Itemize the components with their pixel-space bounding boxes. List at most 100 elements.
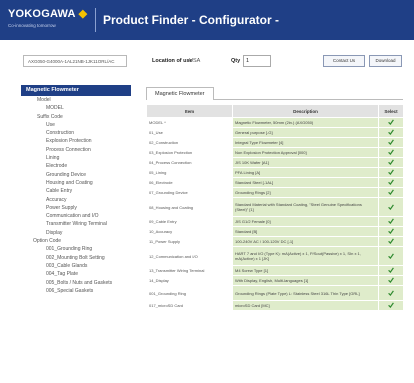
sidebar-item[interactable]: Power Supply bbox=[21, 204, 131, 212]
sidebar-nav: Magnetic Flowmeter Model MODEL Suffix Code U… bbox=[21, 85, 131, 295]
table-row: 08_Housing and Coating Standard Material … bbox=[146, 197, 404, 217]
check-icon[interactable] bbox=[388, 290, 394, 296]
sidebar-item[interactable]: 001_Grounding Ring bbox=[21, 245, 131, 253]
row-item: 017_microSD Card bbox=[146, 300, 233, 311]
sidebar-item[interactable]: 002_Mounting Bolt Setting bbox=[21, 254, 131, 262]
row-select[interactable] bbox=[378, 236, 404, 247]
row-select[interactable] bbox=[378, 127, 404, 138]
check-icon[interactable] bbox=[388, 169, 394, 176]
check-icon[interactable] bbox=[388, 129, 394, 136]
sidebar-item[interactable]: 005_Bolts / Nuts and Gaskets bbox=[21, 279, 131, 287]
check-icon[interactable] bbox=[388, 139, 394, 146]
row-select[interactable] bbox=[378, 300, 404, 311]
sidebar-item[interactable]: Option Code bbox=[21, 237, 131, 245]
sidebar-item[interactable]: Communication and I/O bbox=[21, 212, 131, 220]
location-value[interactable]: USA bbox=[189, 58, 200, 64]
row-select[interactable] bbox=[378, 117, 404, 128]
check-icon[interactable] bbox=[388, 204, 394, 210]
download-button[interactable]: Download bbox=[369, 55, 402, 67]
row-item: 08_Housing and Coating bbox=[146, 197, 233, 217]
page-title: Product Finder - Configurator - bbox=[103, 13, 279, 27]
sidebar-item[interactable]: Lining bbox=[21, 154, 131, 162]
contact-us-button[interactable]: Contact Us bbox=[323, 55, 365, 67]
sidebar-item[interactable]: Electrode bbox=[21, 162, 131, 170]
row-item: 14_Display bbox=[146, 275, 233, 286]
row-description: Standard Material with Standard Coating,… bbox=[232, 197, 379, 217]
sidebar-item[interactable]: Grounding Device bbox=[21, 171, 131, 179]
check-icon[interactable] bbox=[388, 253, 394, 259]
check-icon[interactable] bbox=[388, 159, 394, 166]
check-icon[interactable] bbox=[388, 119, 394, 126]
row-item: 10_Accuracy bbox=[146, 226, 233, 237]
qty-input[interactable]: 1 bbox=[243, 55, 271, 67]
tab-magnetic-flowmeter[interactable]: Magnetic Flowmeter bbox=[146, 87, 214, 100]
row-select[interactable] bbox=[378, 265, 404, 276]
row-select[interactable] bbox=[378, 147, 404, 158]
brand-tagline: Co-innovating tomorrow bbox=[8, 23, 56, 28]
sidebar-item[interactable]: 006_Special Gaskets bbox=[21, 287, 131, 295]
star-icon: ◆ bbox=[78, 8, 88, 20]
sidebar-item[interactable]: Housing and Coating bbox=[21, 179, 131, 187]
table-row: 11_Power Supply 100-240V AC / 100-120V DC… bbox=[146, 236, 404, 247]
row-select[interactable] bbox=[378, 157, 404, 168]
sidebar-item[interactable]: Explosion Protection bbox=[21, 137, 131, 145]
model-code-field[interactable]: AXG050-G4000A-1AL21NB-1JK11ORL/AC bbox=[23, 55, 127, 67]
header-divider bbox=[95, 8, 96, 32]
check-icon[interactable] bbox=[388, 302, 394, 309]
sidebar-item[interactable]: Transmitter Wiring Terminal bbox=[21, 220, 131, 228]
row-select[interactable] bbox=[378, 187, 404, 198]
check-icon[interactable] bbox=[388, 218, 394, 225]
sidebar-item[interactable]: Accuracy bbox=[21, 196, 131, 204]
check-icon[interactable] bbox=[388, 238, 394, 245]
row-item: 05_Lining bbox=[146, 167, 233, 178]
check-icon[interactable] bbox=[388, 267, 394, 274]
sidebar-item[interactable]: Use bbox=[21, 121, 131, 129]
column-header-description: Description bbox=[232, 104, 379, 118]
sidebar-item[interactable]: 003_Cable Glands bbox=[21, 262, 131, 270]
table-row: 02_Construction Integral Type Flowmeter [… bbox=[146, 137, 404, 148]
row-description: PFA Lining [A] bbox=[232, 167, 379, 178]
row-select[interactable] bbox=[378, 167, 404, 178]
sidebar-item[interactable]: 004_Tag Plate bbox=[21, 270, 131, 278]
row-description: Standard [B] bbox=[232, 226, 379, 237]
check-icon[interactable] bbox=[388, 179, 394, 186]
check-icon[interactable] bbox=[388, 228, 394, 235]
row-description: HART 7 and I/O (Type K): mA(Active) x 1,… bbox=[232, 246, 379, 266]
row-item: 01_Use bbox=[146, 127, 233, 138]
sidebar-item[interactable]: Cable Entry bbox=[21, 187, 131, 195]
row-description: Standard Steel [-1AL] bbox=[232, 177, 379, 188]
sidebar-item[interactable]: Process Connection bbox=[21, 146, 131, 154]
brand-logo[interactable]: YOKOGAWA ◆ bbox=[8, 7, 87, 20]
row-select[interactable] bbox=[378, 285, 404, 301]
row-select[interactable] bbox=[378, 177, 404, 188]
sidebar-item[interactable]: Construction bbox=[21, 129, 131, 137]
row-select[interactable] bbox=[378, 137, 404, 148]
row-description: Non Explosion Protection Approval [000] bbox=[232, 147, 379, 158]
column-header-select: Select bbox=[378, 104, 404, 118]
row-select[interactable] bbox=[378, 275, 404, 286]
row-description: Grounding Rings (Plate Type) L: Stainles… bbox=[232, 285, 379, 301]
row-description: Integral Type Flowmeter [4] bbox=[232, 137, 379, 148]
row-item: 06_Electrode bbox=[146, 177, 233, 188]
brand-name: YOKOGAWA bbox=[8, 8, 76, 20]
table-row: 001_Grounding Ring Grounding Rings (Plate… bbox=[146, 285, 404, 301]
sidebar-item[interactable]: MODEL bbox=[21, 104, 131, 112]
sidebar-item[interactable]: Model bbox=[21, 96, 131, 104]
row-select[interactable] bbox=[378, 197, 404, 217]
sidebar-item[interactable]: Suffix Code bbox=[21, 113, 131, 121]
check-icon[interactable] bbox=[388, 149, 394, 156]
check-icon[interactable] bbox=[388, 277, 394, 284]
row-select[interactable] bbox=[378, 246, 404, 266]
row-item: 11_Power Supply bbox=[146, 236, 233, 247]
sidebar-item[interactable]: Display bbox=[21, 229, 131, 237]
sidebar-item-active[interactable]: Magnetic Flowmeter bbox=[21, 85, 131, 96]
table-row: 10_Accuracy Standard [B] bbox=[146, 226, 404, 237]
table-row: 12_Communication and I/O HART 7 and I/O (… bbox=[146, 246, 404, 266]
app-header: YOKOGAWA ◆ Co-innovating tomorrow Product… bbox=[0, 0, 414, 40]
row-select[interactable] bbox=[378, 216, 404, 227]
table-row: MODEL * Magnetic Flowmeter, 50mm (2in.) (… bbox=[146, 117, 404, 128]
check-icon[interactable] bbox=[388, 189, 394, 196]
table-row: 06_Electrode Standard Steel [-1AL] bbox=[146, 177, 404, 188]
row-select[interactable] bbox=[378, 226, 404, 237]
row-item: 12_Communication and I/O bbox=[146, 246, 233, 266]
